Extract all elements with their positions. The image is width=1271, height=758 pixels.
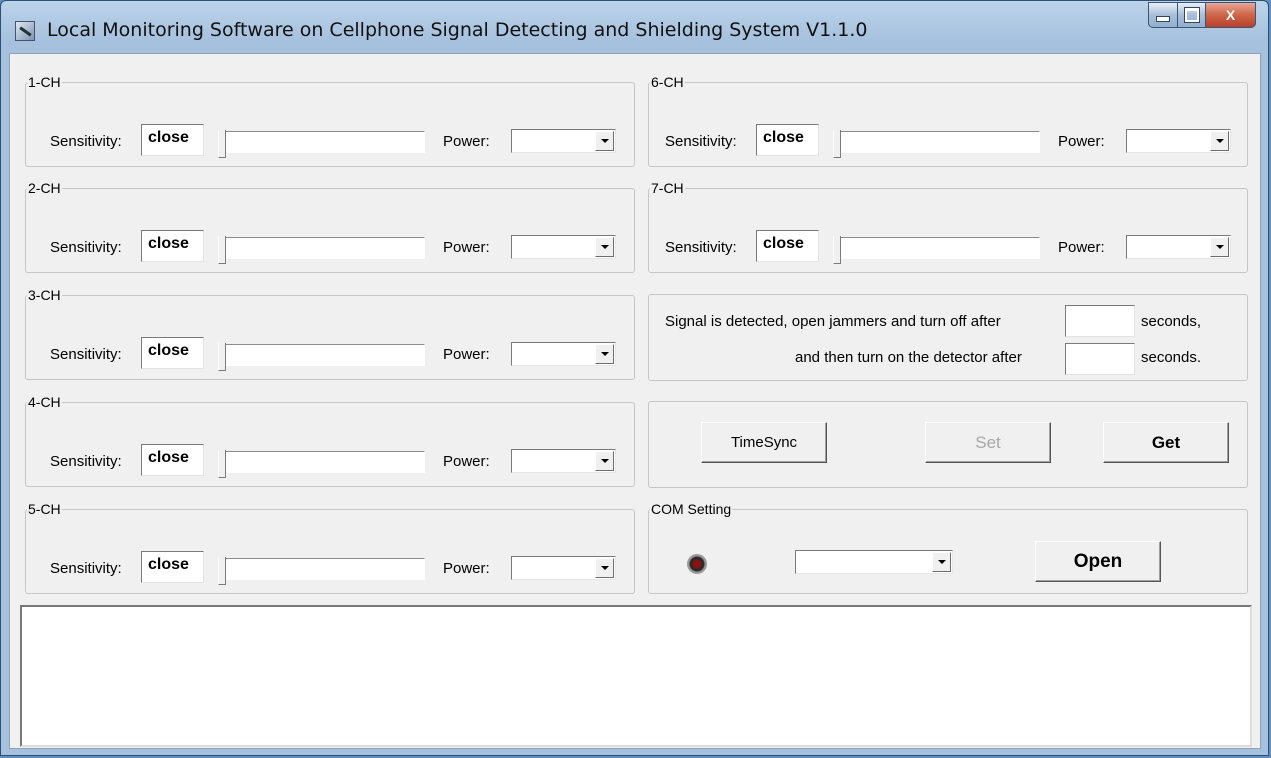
slider-thumb[interactable] [218,130,226,158]
sensitivity-label: Sensitivity: [50,133,122,150]
chevron-down-icon[interactable] [595,451,614,471]
sensitivity-slider[interactable] [218,343,425,371]
power-label: Power: [443,453,490,470]
channel-group-7: 7-CH Sensitivity: close Power: [648,181,1248,273]
seconds-label-1: seconds, [1141,313,1202,330]
sensitivity-label: Sensitivity: [50,453,122,470]
chevron-down-icon[interactable] [1210,131,1229,151]
chevron-down-icon[interactable] [932,552,951,572]
close-button[interactable]: X [1206,2,1256,28]
power-select[interactable] [511,342,616,366]
sensitivity-slider[interactable] [833,236,1040,264]
power-label: Power: [443,133,490,150]
slider-thumb[interactable] [833,236,841,264]
minimize-button[interactable] [1148,2,1178,28]
timer-line2-label: and then turn on the detector after [795,349,1022,366]
sensitivity-value: close [141,551,204,583]
channel-group-6: 6-CH Sensitivity: close Power: [648,75,1248,167]
sensitivity-value: close [141,337,204,369]
log-output[interactable] [20,605,1252,747]
sensitivity-value: close [141,230,204,262]
maximize-icon [1184,8,1199,22]
chevron-down-icon[interactable] [595,344,614,364]
power-select[interactable] [511,556,616,580]
power-label: Power: [443,560,490,577]
open-button[interactable]: Open [1035,541,1161,582]
seconds-label-2: seconds. [1141,349,1202,366]
jammer-seconds-input[interactable] [1065,305,1135,337]
sensitivity-value: close [141,444,204,476]
power-select[interactable] [511,449,616,473]
actions-group: TimeSync Set Get [648,401,1248,488]
sensitivity-label: Sensitivity: [50,346,122,363]
channel-legend: 3-CH [28,287,61,303]
power-label: Power: [1058,133,1105,150]
chevron-down-icon[interactable] [595,558,614,578]
power-select[interactable] [1126,129,1231,153]
minimize-icon [1156,16,1170,22]
close-icon: X [1225,7,1236,23]
set-button[interactable]: Set [925,422,1051,463]
com-group: COM Setting Open [648,502,1248,594]
channel-legend: 6-CH [651,74,684,90]
channel-legend: 7-CH [651,180,684,196]
slider-thumb[interactable] [218,236,226,264]
sensitivity-slider[interactable] [218,557,425,585]
sensitivity-slider[interactable] [218,130,425,158]
sensitivity-label: Sensitivity: [50,239,122,256]
channel-legend: 4-CH [28,394,61,410]
slider-thumb[interactable] [833,130,841,158]
sensitivity-label: Sensitivity: [665,133,737,150]
sensitivity-value: close [141,124,204,156]
com-legend: COM Setting [651,501,732,517]
channel-legend: 2-CH [28,180,61,196]
sensitivity-value: close [756,124,819,156]
channel-group-5: 5-CH Sensitivity: close Power: [25,502,635,594]
maximize-button[interactable] [1178,2,1206,28]
sensitivity-label: Sensitivity: [50,560,122,577]
slider-thumb[interactable] [218,450,226,478]
get-button[interactable]: Get [1103,422,1229,463]
sensitivity-slider[interactable] [833,130,1040,158]
channel-legend: 1-CH [28,74,61,90]
chevron-down-icon[interactable] [1210,237,1229,257]
power-label: Power: [443,239,490,256]
channel-group-1: 1-CH Sensitivity: close Power: [25,75,635,167]
sensitivity-value: close [756,230,819,262]
sensitivity-label: Sensitivity: [665,239,737,256]
title-bar[interactable]: Local Monitoring Software on Cellphone S… [1,1,1268,53]
slider-thumb[interactable] [218,343,226,371]
channel-group-2: 2-CH Sensitivity: close Power: [25,181,635,273]
power-label: Power: [443,346,490,363]
power-select[interactable] [511,235,616,259]
status-led-icon [687,554,707,574]
chevron-down-icon[interactable] [595,131,614,151]
timer-line1-label: Signal is detected, open jammers and tur… [665,313,1001,330]
timesync-button[interactable]: TimeSync [701,422,827,463]
sensitivity-slider[interactable] [218,236,425,264]
client-area: 1-CH Sensitivity: close Power: 2-CH Sens… [9,53,1261,749]
slider-thumb[interactable] [218,557,226,585]
power-label: Power: [1058,239,1105,256]
app-icon [15,21,35,41]
com-port-select[interactable] [795,550,953,574]
timer-group: Signal is detected, open jammers and tur… [648,294,1248,381]
channel-group-3: 3-CH Sensitivity: close Power: [25,288,635,380]
window-title: Local Monitoring Software on Cellphone S… [47,19,868,41]
main-window: Local Monitoring Software on Cellphone S… [0,0,1269,756]
power-select[interactable] [511,129,616,153]
sensitivity-slider[interactable] [218,450,425,478]
chevron-down-icon[interactable] [595,237,614,257]
channel-group-4: 4-CH Sensitivity: close Power: [25,395,635,487]
window-controls: X [1148,2,1256,30]
power-select[interactable] [1126,235,1231,259]
channel-legend: 5-CH [28,501,61,517]
detector-seconds-input[interactable] [1065,343,1135,375]
